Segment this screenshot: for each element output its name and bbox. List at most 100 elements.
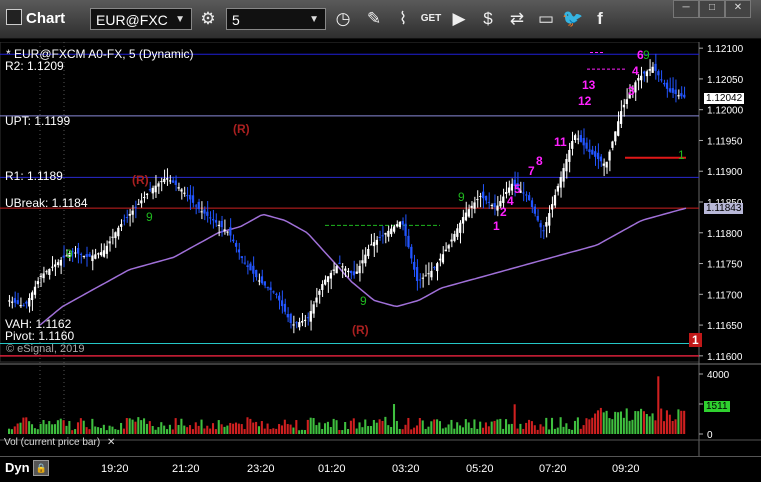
candle-body xyxy=(234,242,238,247)
candle-body xyxy=(683,94,686,98)
volume-bar xyxy=(278,424,281,434)
candle-body xyxy=(625,99,628,104)
candle-body xyxy=(85,254,88,258)
volume-bar xyxy=(332,418,335,434)
candle-body xyxy=(335,266,338,274)
candle-body xyxy=(562,168,565,182)
toolbar: Chart EUR@FXC ▼ ⚙ 5 ▼ ◷ ✎ ⌇ GET ▶ $ ⇄ ▭ 🐦 … xyxy=(0,0,761,39)
volume-bar xyxy=(349,420,352,434)
candle-body xyxy=(392,226,396,232)
candle-body xyxy=(163,178,166,183)
candle-body xyxy=(545,222,548,227)
close-icon[interactable]: ✕ xyxy=(107,437,115,448)
maximize-button[interactable]: □ xyxy=(699,0,725,18)
volume-bar xyxy=(355,428,358,434)
volume-bar xyxy=(203,428,206,434)
candle-body xyxy=(74,252,77,254)
volume-bar xyxy=(111,426,114,434)
comment-icon[interactable]: ▭ xyxy=(534,7,558,31)
volume-bar xyxy=(309,417,312,434)
symbol-input[interactable]: EUR@FXC ▼ xyxy=(90,8,192,30)
minimize-button[interactable]: ─ xyxy=(673,0,699,18)
candle-body xyxy=(502,196,505,203)
candle-body xyxy=(479,195,482,197)
candle-body xyxy=(280,300,284,307)
last-price-tag: 1.12042 xyxy=(704,93,745,104)
candle-body xyxy=(436,263,439,272)
chart-plot-area[interactable]: 1.12100 1.12050 1.12000 1.11950 1.11900 1.118… xyxy=(0,42,761,456)
candle-body xyxy=(530,200,534,208)
pencil-icon[interactable]: ✎ xyxy=(362,7,386,31)
volume-bar xyxy=(530,421,533,434)
lock-icon[interactable]: 🔒 xyxy=(33,460,50,476)
volume-bar xyxy=(433,419,436,434)
volume-bar xyxy=(171,429,174,434)
candle-body xyxy=(568,150,571,162)
interval-input[interactable]: 5 ▼ xyxy=(226,8,326,30)
candle-body xyxy=(82,255,85,257)
volume-bar xyxy=(542,426,545,434)
volume-bar xyxy=(194,422,197,434)
chevron-down-icon[interactable]: ▼ xyxy=(309,9,319,31)
candle-body xyxy=(223,229,226,231)
candle-body xyxy=(22,305,25,307)
volume-bar xyxy=(536,429,539,434)
candle-body xyxy=(461,217,465,224)
candle-body xyxy=(338,262,341,265)
volume-bar xyxy=(645,413,648,434)
volume-bar xyxy=(398,428,401,434)
candle-body xyxy=(120,224,123,227)
volume-bar xyxy=(25,417,28,434)
y-tick-label: 1.11650 xyxy=(707,321,743,332)
get-quote-icon[interactable]: GET xyxy=(419,7,443,31)
volume-bar xyxy=(315,425,318,434)
volume-bar xyxy=(479,421,482,434)
volume-tick-label: 4000 xyxy=(707,370,730,381)
volume-bar xyxy=(668,414,671,434)
candle-body xyxy=(171,180,175,183)
chevron-down-icon[interactable]: ▼ xyxy=(175,9,185,31)
volume-bar xyxy=(499,418,502,434)
volume-bar xyxy=(272,428,275,434)
time-tick: 09:20 xyxy=(612,463,640,475)
candle-body xyxy=(209,217,212,219)
volume-bar xyxy=(582,425,585,434)
play-icon[interactable]: ▶ xyxy=(447,7,471,31)
candle-body xyxy=(157,183,160,187)
swap-icon[interactable]: ⇄ xyxy=(505,7,529,31)
candle-body xyxy=(576,138,580,140)
candle-body xyxy=(349,270,353,274)
clock-icon[interactable]: ◷ xyxy=(331,7,355,31)
gear-icon[interactable]: ⚙ xyxy=(196,7,220,31)
volume-bar xyxy=(637,411,640,434)
volume-bar xyxy=(550,417,554,434)
volume-bar xyxy=(461,427,464,434)
candle-body xyxy=(295,322,298,324)
candle-body xyxy=(657,71,660,76)
candle-body xyxy=(496,205,499,211)
volume-bar xyxy=(588,419,591,434)
volume-bar xyxy=(131,419,134,434)
candle-body xyxy=(585,142,588,149)
candle-body xyxy=(108,241,111,244)
volume-bar xyxy=(596,410,600,434)
candle-body xyxy=(602,163,605,166)
candle-body xyxy=(536,216,539,221)
candle-body xyxy=(188,194,192,200)
volume-bar xyxy=(329,427,332,434)
volume-bar xyxy=(260,421,263,434)
facebook-icon[interactable]: f xyxy=(588,7,612,31)
volume-bar xyxy=(441,428,444,434)
dollar-icon[interactable]: $ xyxy=(476,7,500,31)
close-button[interactable]: ✕ xyxy=(725,0,751,18)
volume-bar xyxy=(324,423,327,434)
volume-bar xyxy=(467,422,470,434)
candle-body xyxy=(605,161,608,168)
candle-body xyxy=(473,202,476,209)
candle-body xyxy=(10,301,14,303)
volume-bar xyxy=(163,425,166,434)
twitter-icon[interactable]: 🐦 xyxy=(561,7,585,31)
candle-body xyxy=(134,206,137,208)
dyn-mode[interactable]: Dyn 🔒 xyxy=(5,460,50,476)
line-chart-icon[interactable]: ⌇ xyxy=(391,7,415,31)
